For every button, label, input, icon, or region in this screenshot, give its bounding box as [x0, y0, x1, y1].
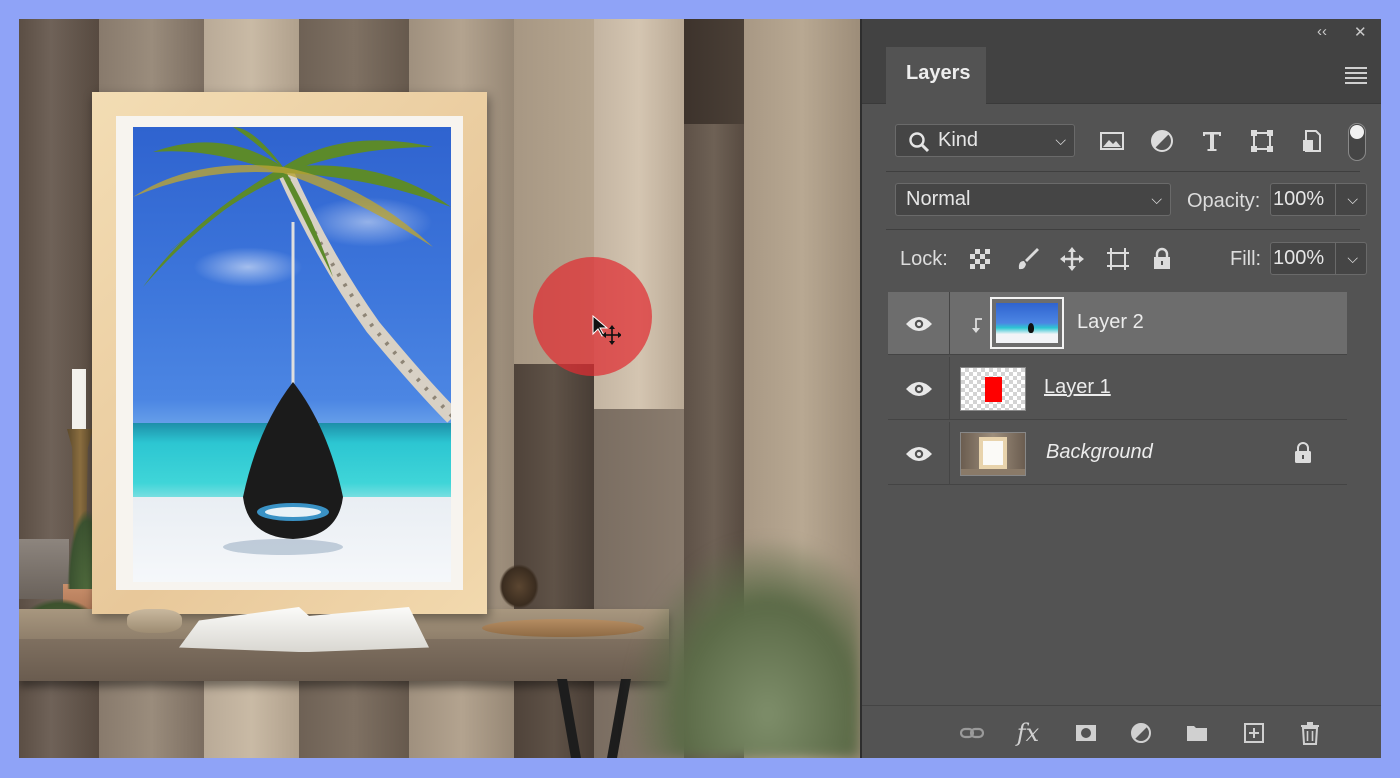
image-filter-icon[interactable] [1097, 126, 1127, 156]
chevron-down-icon[interactable]: ⌵ [1347, 243, 1358, 274]
chevron-down-icon: ⌵ [1151, 191, 1162, 207]
layer-thumbnail [990, 297, 1064, 349]
document-canvas[interactable] [19, 19, 860, 758]
layer-row-layer-2[interactable]: Layer 2 [888, 292, 1347, 355]
panel-tab-strip: Layers [862, 47, 1381, 104]
red-shape-preview [985, 377, 1002, 402]
panel-menu-icon[interactable] [1345, 67, 1367, 84]
wood-plank [684, 19, 744, 124]
group-folder-icon[interactable] [1182, 718, 1212, 748]
collapse-panel-icon[interactable]: ‹‹ [1317, 23, 1327, 40]
picture-frame [92, 92, 487, 614]
filter-toggle[interactable] [1348, 123, 1366, 161]
adjustment-filter-icon[interactable] [1147, 126, 1177, 156]
search-icon [909, 132, 930, 153]
visibility-toggle[interactable] [888, 422, 950, 485]
lock-position-icon[interactable] [1057, 244, 1087, 274]
clipping-mask-arrow-icon [972, 318, 982, 333]
fill-label: Fill: [1230, 248, 1262, 270]
fill-field[interactable]: 100% ⌵ [1270, 242, 1367, 275]
layer-name: Layer 2 [1077, 311, 1144, 333]
blend-mode-value: Normal [906, 188, 971, 210]
layer-name: Background [1046, 441, 1153, 463]
chevron-down-icon: ⌵ [1055, 132, 1066, 148]
lock-all-icon[interactable] [1147, 244, 1177, 274]
trash-icon[interactable] [1295, 718, 1325, 748]
eye-icon [905, 446, 932, 461]
eye-icon [905, 381, 932, 396]
type-filter-icon[interactable] [1197, 126, 1227, 156]
close-panel-icon[interactable]: ✕ [1354, 23, 1367, 41]
layer-thumbnail [960, 367, 1026, 411]
panel-title-bar: ‹‹ ✕ [862, 19, 1381, 47]
fill-value: 100% [1273, 247, 1325, 269]
opacity-label: Opacity: [1187, 190, 1261, 212]
visibility-toggle[interactable] [888, 292, 950, 355]
layer-lock-icon [1295, 442, 1311, 463]
pine-cone [499, 564, 539, 609]
adjustment-layer-icon[interactable] [1126, 718, 1156, 748]
divider [886, 171, 1360, 172]
opacity-value: 100% [1273, 188, 1325, 210]
frame-mat [116, 116, 463, 590]
lock-image-pixels-icon[interactable] [1013, 244, 1043, 274]
fx-icon[interactable]: fx [1013, 718, 1043, 748]
lock-artboard-icon[interactable] [1103, 244, 1133, 274]
panel-footer: fx [862, 705, 1381, 758]
layer-row-background[interactable]: Background [888, 422, 1347, 485]
shape-filter-icon[interactable] [1247, 126, 1277, 156]
opacity-field[interactable]: 100% ⌵ [1270, 183, 1367, 216]
candle [72, 369, 86, 431]
lock-transparent-pixels-icon[interactable] [965, 244, 995, 274]
filter-kind-label: Kind [938, 129, 979, 151]
filter-kind-dropdown[interactable]: Kind ⌵ [895, 124, 1075, 157]
move-cursor-icon [592, 315, 621, 345]
chevron-down-icon[interactable]: ⌵ [1347, 184, 1358, 215]
visibility-toggle[interactable] [888, 357, 950, 420]
new-layer-icon[interactable] [1239, 718, 1269, 748]
beach-photo [133, 127, 451, 582]
layer-thumbnail [960, 432, 1026, 476]
mask-icon[interactable] [1071, 718, 1101, 748]
wooden-plate [482, 619, 644, 637]
plant-pot [19, 539, 69, 599]
tab-layers[interactable]: Layers [886, 47, 986, 104]
smart-object-filter-icon[interactable] [1297, 126, 1327, 156]
lock-label: Lock: [900, 248, 948, 270]
blurred-plant [629, 539, 860, 758]
stone [127, 609, 182, 633]
layer-row-layer-1[interactable]: Layer 1 [888, 357, 1347, 420]
layers-panel: ‹‹ ✕ Layers Kind ⌵ Normal ⌵ Opacity: 100… [860, 19, 1381, 758]
blend-mode-dropdown[interactable]: Normal ⌵ [895, 183, 1171, 216]
link-layers-icon[interactable] [957, 718, 987, 748]
palm-tree [133, 127, 451, 555]
layer-name: Layer 1 [1044, 376, 1111, 398]
eye-icon [905, 316, 932, 331]
divider [886, 229, 1360, 230]
